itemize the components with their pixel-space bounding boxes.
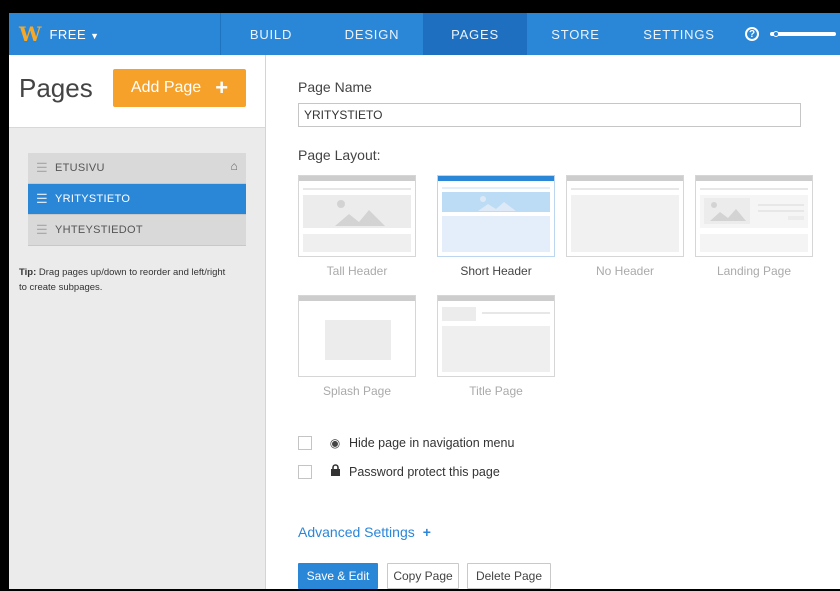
drag-handle-icon[interactable]: ☰ (36, 191, 48, 207)
layout-label: Landing Page (716, 264, 792, 278)
image-placeholder-icon (478, 196, 516, 211)
layout-label: Tall Header (326, 264, 388, 278)
sidebar-title: Pages (19, 73, 93, 103)
page-name-input[interactable] (298, 103, 801, 127)
page-item-label: YHTEYSTIEDOT (54, 224, 143, 236)
home-icon: ⌂ (230, 159, 238, 173)
plan-label: FREE ▼ (49, 26, 100, 42)
layout-thumbnail (437, 295, 555, 377)
advanced-settings-label: Advanced Settings (298, 524, 415, 540)
layout-no-header[interactable]: No Header (566, 175, 684, 278)
drag-handle-icon[interactable]: ☰ (36, 160, 48, 176)
layout-splash-page[interactable]: Splash Page (298, 295, 416, 398)
eye-slash-icon: ◉ (329, 436, 341, 450)
add-page-button[interactable]: Add Page + (113, 69, 246, 107)
hide-in-nav-checkbox[interactable] (298, 436, 312, 450)
progress-indicator (773, 31, 779, 37)
reorder-tip: Tip: Drag pages up/down to reorder and l… (19, 265, 234, 295)
page-name-label: Page Name (298, 79, 372, 95)
layout-label: Title Page (469, 384, 523, 398)
layout-thumbnail (298, 295, 416, 377)
page-layout-label: Page Layout: (298, 147, 381, 163)
layout-label: Short Header (460, 264, 532, 278)
image-placeholder-icon (710, 202, 746, 221)
plus-icon: + (422, 524, 431, 540)
page-settings-panel: Page Name Page Layout: Tall Header (266, 55, 840, 589)
pages-sidebar: Pages Add Page + ☰ ETUSIVU ⌂ ☰ YRITYSTIE… (9, 55, 266, 589)
sidebar-header: Pages Add Page + (9, 55, 265, 128)
layout-label: Splash Page (322, 384, 392, 398)
page-item-label: ETUSIVU (54, 162, 105, 174)
tip-label: Tip: (19, 267, 37, 278)
layout-thumbnail (695, 175, 813, 257)
advanced-settings-toggle[interactable]: Advanced Settings + (298, 524, 431, 540)
page-item-yritystieto[interactable]: ☰ YRITYSTIETO (28, 184, 246, 215)
password-protect-checkbox[interactable] (298, 464, 312, 479)
top-nav-bar: W FREE ▼ BUILD DESIGN PAGES STORE SETTING… (9, 13, 840, 55)
layout-landing-page[interactable]: Landing Page (695, 175, 813, 278)
layout-short-header[interactable]: Short Header (437, 175, 555, 278)
page-item-label: YRITYSTIETO (54, 193, 131, 205)
tab-store[interactable]: STORE (527, 13, 624, 55)
plan-menu[interactable]: W FREE ▼ (9, 13, 221, 55)
save-and-edit-button[interactable]: Save & Edit (298, 563, 378, 589)
layout-tall-header[interactable]: Tall Header (298, 175, 416, 278)
setup-progress-bar[interactable] (770, 13, 840, 55)
plus-icon: + (215, 75, 229, 100)
tab-settings[interactable]: SETTINGS (624, 13, 734, 55)
hide-in-nav-option: ◉ Hide page in navigation menu (298, 436, 514, 450)
lock-icon (326, 464, 344, 479)
layout-label: No Header (595, 264, 655, 278)
chevron-down-icon: ▼ (90, 30, 100, 41)
tab-design[interactable]: DESIGN (321, 13, 423, 55)
help-button[interactable]: ? (734, 13, 770, 55)
password-protect-option: Password protect this page (298, 464, 500, 479)
progress-track (770, 31, 836, 37)
password-protect-label[interactable]: Password protect this page (349, 465, 500, 479)
app-window: W FREE ▼ BUILD DESIGN PAGES STORE SETTING… (9, 13, 840, 589)
tab-build[interactable]: BUILD (221, 13, 321, 55)
tip-text: Drag pages up/down to reorder and left/r… (19, 267, 226, 293)
add-page-label: Add Page (130, 79, 202, 96)
hide-in-nav-label[interactable]: Hide page in navigation menu (349, 436, 514, 450)
delete-page-button[interactable]: Delete Page (467, 563, 551, 589)
copy-page-button[interactable]: Copy Page (387, 563, 459, 589)
page-list: ☰ ETUSIVU ⌂ ☰ YRITYSTIETO ☰ YHTEYSTIEDOT (28, 153, 246, 246)
page-item-etusivu[interactable]: ☰ ETUSIVU ⌂ (28, 153, 246, 184)
layout-title-page[interactable]: Title Page (437, 295, 555, 398)
layout-thumbnail (566, 175, 684, 257)
layout-thumbnail (298, 175, 416, 257)
page-item-yhteystiedot[interactable]: ☰ YHTEYSTIEDOT (28, 215, 246, 246)
image-placeholder-icon (335, 200, 385, 226)
help-icon: ? (745, 27, 759, 41)
tab-pages[interactable]: PAGES (423, 13, 527, 55)
drag-handle-icon[interactable]: ☰ (36, 222, 48, 238)
layout-thumbnail (437, 175, 555, 257)
weebly-logo-icon: W (19, 22, 42, 46)
